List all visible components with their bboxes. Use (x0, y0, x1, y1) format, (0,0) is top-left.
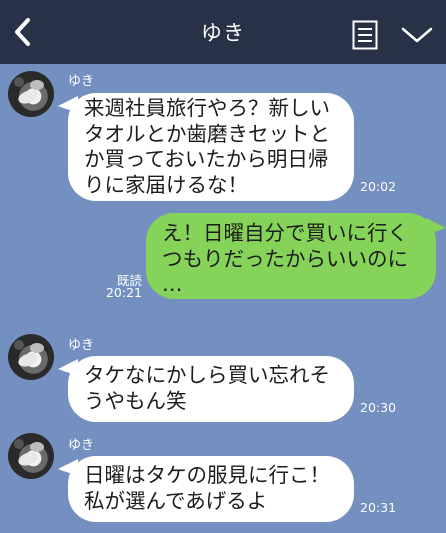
message-text-line: 私が選んであげるよ (84, 488, 268, 513)
message-time: 20:02 (360, 179, 397, 194)
avatar[interactable] (8, 433, 54, 479)
sender-name: ゆき (68, 438, 95, 453)
chat-title: ゆき (201, 21, 245, 45)
avatar[interactable] (8, 334, 54, 380)
message-text-line: タオルとか歯磨きセットと (84, 121, 330, 146)
message-text-line: うやもん笑 (84, 388, 187, 413)
note-icon (352, 20, 378, 50)
note-button[interactable] (352, 20, 378, 50)
menu-toggle-button[interactable] (400, 24, 434, 46)
message-text-line: え！日曜自分で買いに行く (162, 221, 408, 245)
message-bubble[interactable]: 来週社員旅行やろ？新しい タオルとか歯磨きセットと か買っておいたから明日帰 り… (68, 93, 354, 201)
avatar[interactable] (8, 71, 54, 117)
chevron-down-icon (401, 27, 433, 43)
message-bubble[interactable]: タケなにかしら買い忘れそ うやもん笑 (68, 356, 354, 422)
message-text-line: か買っておいたから明日帰 (84, 147, 329, 171)
message-time: 20:30 (360, 400, 397, 415)
message-text-line: 来週社員旅行やろ？新しい (84, 96, 330, 120)
sender-name: ゆき (68, 338, 95, 353)
message-bubble-own[interactable]: え！日曜自分で買いに行く つもりだったからいいのに … (146, 213, 436, 299)
sender-name: ゆき (68, 74, 95, 89)
message-bubble[interactable]: 日曜はタケの服見に行こ！ 私が選んであげるよ (68, 456, 354, 522)
message-time: 20:21 (105, 285, 142, 300)
message-text-line: … (162, 272, 183, 296)
message-text-line: 日曜はタケの服見に行こ！ (84, 463, 330, 487)
message-time: 20:31 (360, 500, 397, 515)
message-text-line: つもりだったからいいのに (162, 246, 408, 271)
message-text-line: りに家届けるな！ (84, 172, 248, 197)
message-text-line: タケなにかしら買い忘れそ (84, 363, 330, 387)
chat-header: ゆき (0, 0, 446, 64)
